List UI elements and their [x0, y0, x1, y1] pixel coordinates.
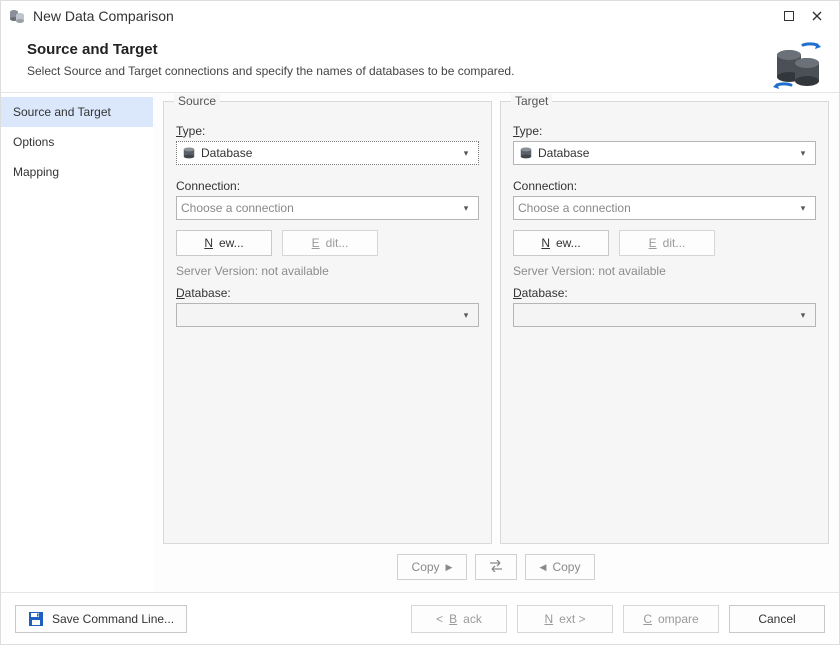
compare-icon: [773, 41, 821, 89]
cancel-button[interactable]: Cancel: [729, 605, 825, 633]
titlebar: New Data Comparison: [1, 1, 839, 31]
target-database-combo[interactable]: ▾: [513, 303, 816, 327]
copy-swap-bar: Copy▶ ◀Copy: [163, 544, 829, 584]
source-panel: Source Type: Database ▾ Connection: Choo…: [163, 101, 492, 544]
target-connection-label: Connection:: [513, 179, 816, 193]
maximize-button[interactable]: [775, 6, 803, 26]
chevron-down-icon: ▾: [795, 148, 811, 159]
source-database-label: Database:: [176, 286, 479, 300]
source-database-combo[interactable]: ▾: [176, 303, 479, 327]
wizard-sidebar: Source and Target Options Mapping: [1, 93, 153, 592]
save-command-line-label: Save Command Line...: [52, 612, 174, 626]
content-area: Source Type: Database ▾ Connection: Choo…: [153, 93, 839, 592]
wizard-header: Source and Target Select Source and Targ…: [1, 31, 839, 93]
sidebar-item-source-target[interactable]: Source and Target: [1, 97, 153, 127]
database-icon: [518, 145, 534, 161]
chevron-down-icon: ▾: [795, 203, 811, 214]
target-connection-placeholder: Choose a connection: [518, 201, 795, 215]
chevron-down-icon: ▾: [795, 310, 811, 321]
chevron-down-icon: ▾: [458, 148, 474, 159]
close-button[interactable]: [803, 6, 831, 26]
target-edit-button[interactable]: Edit...: [619, 230, 715, 256]
target-new-button[interactable]: New...: [513, 230, 609, 256]
target-connection-combo[interactable]: Choose a connection ▾: [513, 196, 816, 220]
sidebar-item-label: Mapping: [13, 165, 59, 179]
swap-icon: [488, 560, 504, 575]
target-panel: Target Type: Database ▾ Connection: Choo…: [500, 101, 829, 544]
source-connection-label: Connection:: [176, 179, 479, 193]
chevron-down-icon: ▾: [458, 310, 474, 321]
target-server-version: Server Version: not available: [513, 264, 816, 278]
app-icon: [9, 8, 25, 24]
page-title: Source and Target: [27, 41, 813, 58]
source-connection-placeholder: Choose a connection: [181, 201, 458, 215]
target-legend: Target: [511, 94, 552, 108]
window-title: New Data Comparison: [33, 8, 174, 24]
back-button[interactable]: < Back: [411, 605, 507, 633]
save-icon: [28, 611, 44, 627]
sidebar-item-mapping[interactable]: Mapping: [1, 157, 153, 187]
target-type-value: Database: [538, 146, 795, 160]
copy-to-target-button[interactable]: Copy▶: [397, 554, 467, 580]
copy-to-source-button[interactable]: ◀Copy: [525, 554, 595, 580]
source-type-combo[interactable]: Database ▾: [176, 141, 479, 165]
sidebar-item-label: Options: [13, 135, 54, 149]
compare-button[interactable]: Compare: [623, 605, 719, 633]
database-icon: [181, 145, 197, 161]
source-server-version: Server Version: not available: [176, 264, 479, 278]
target-type-label: Type:: [513, 124, 816, 138]
next-button[interactable]: Next >: [517, 605, 613, 633]
source-edit-button[interactable]: Edit...: [282, 230, 378, 256]
save-command-line-button[interactable]: Save Command Line...: [15, 605, 187, 633]
source-legend: Source: [174, 94, 220, 108]
target-database-label: Database:: [513, 286, 816, 300]
source-connection-combo[interactable]: Choose a connection ▾: [176, 196, 479, 220]
target-type-combo[interactable]: Database ▾: [513, 141, 816, 165]
main-area: Source and Target Options Mapping Source…: [1, 93, 839, 592]
wizard-footer: Save Command Line... < Back Next > Compa…: [1, 592, 839, 644]
source-type-value: Database: [201, 146, 458, 160]
arrow-left-icon: ◀: [540, 562, 547, 573]
chevron-down-icon: ▾: [458, 203, 474, 214]
sidebar-item-options[interactable]: Options: [1, 127, 153, 157]
arrow-right-icon: ▶: [446, 562, 453, 573]
sidebar-item-label: Source and Target: [13, 105, 111, 119]
source-type-label: Type:: [176, 124, 479, 138]
page-subtitle: Select Source and Target connections and…: [27, 64, 813, 78]
swap-button[interactable]: [475, 554, 517, 580]
source-new-button[interactable]: New...: [176, 230, 272, 256]
